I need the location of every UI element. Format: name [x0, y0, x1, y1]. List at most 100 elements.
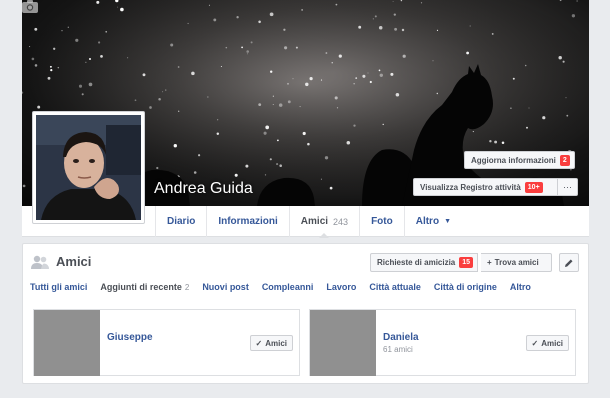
star — [302, 131, 306, 136]
subtab-all-friends[interactable]: Tutti gli amici — [30, 282, 87, 292]
star — [96, 0, 100, 4]
friends-title[interactable]: Amici — [56, 254, 91, 269]
star — [353, 83, 355, 85]
star — [528, 107, 530, 109]
avatar — [36, 115, 141, 220]
star — [264, 174, 267, 176]
star — [305, 82, 309, 87]
subtab-label: Aggiunti di recente — [100, 282, 182, 292]
star — [512, 77, 515, 80]
friends-status-button[interactable]: ✓ Amici — [249, 335, 293, 351]
star — [187, 22, 189, 25]
edit-friends-button[interactable] — [559, 253, 579, 272]
star — [142, 73, 146, 77]
subtab-current-city[interactable]: Città attuale — [369, 282, 421, 292]
star — [117, 6, 119, 8]
tab-foto[interactable]: Foto — [359, 206, 404, 237]
star — [279, 164, 282, 167]
tab-amici[interactable]: Amici 243 — [288, 206, 359, 238]
update-info-label: Aggiorna informazioni — [471, 155, 556, 165]
star — [301, 9, 303, 11]
subtab-birthdays[interactable]: Compleanni — [262, 282, 314, 292]
star — [85, 61, 87, 63]
star — [335, 3, 338, 6]
star — [149, 106, 152, 109]
star — [225, 46, 228, 49]
star — [49, 65, 52, 68]
find-friends-button[interactable]: + Trova amici — [481, 253, 552, 272]
friend-name[interactable]: Daniela — [383, 332, 419, 343]
activity-log-badge: 10+ — [524, 181, 543, 193]
star — [37, 105, 41, 109]
star — [374, 15, 377, 18]
star — [501, 141, 505, 144]
star — [276, 139, 279, 142]
camera-icon[interactable] — [22, 0, 38, 13]
friend-name[interactable]: Giuseppe — [107, 332, 153, 343]
star — [295, 46, 298, 49]
star — [272, 95, 274, 97]
tab-informazioni[interactable]: Informazioni — [206, 206, 288, 237]
star — [576, 0, 578, 2]
star — [353, 124, 356, 127]
star — [402, 54, 406, 58]
star — [489, 140, 492, 143]
friends-status-button[interactable]: ✓ Amici — [525, 335, 569, 351]
friend-requests-badge: 15 — [459, 257, 474, 268]
friends-subtabs: Tutti gli amici Aggiunti di recente 2 Nuo… — [30, 282, 531, 292]
tab-altro[interactable]: Altro ▼ — [403, 206, 462, 237]
subtab-recently-added[interactable]: Aggiunti di recente 2 — [100, 282, 189, 292]
star — [61, 30, 63, 32]
friend-requests-button[interactable]: Richieste di amicizia 15 — [370, 253, 479, 272]
star — [510, 107, 512, 110]
star — [390, 72, 394, 76]
star — [325, 52, 328, 54]
profile-tabs: Diario Informazioni Amici 243 Foto Altro… — [155, 206, 462, 238]
friend-mutual: 61 amici — [383, 345, 413, 354]
star — [193, 171, 197, 174]
check-icon: ✓ — [531, 338, 539, 348]
star — [120, 7, 124, 12]
activity-log-button[interactable]: Visualizza Registro attività 10+ — [413, 178, 558, 196]
subtab-work[interactable]: Lavoro — [326, 282, 356, 292]
star — [320, 79, 323, 81]
subtab-hometown[interactable]: Città di origine — [434, 282, 497, 292]
star — [158, 97, 161, 101]
star — [246, 50, 249, 53]
star — [250, 41, 253, 44]
friends-icon — [31, 255, 49, 269]
star — [571, 14, 576, 18]
star — [494, 140, 498, 144]
subtab-new-posts[interactable]: Nuovi post — [202, 282, 249, 292]
profile-name[interactable]: Andrea Guida — [154, 180, 253, 198]
more-options-button[interactable]: ··· — [558, 178, 578, 196]
star — [234, 173, 238, 177]
star — [265, 125, 270, 130]
star — [324, 156, 329, 160]
star — [269, 158, 272, 161]
plus-icon: + — [487, 258, 492, 267]
star — [178, 110, 180, 112]
star — [472, 131, 474, 133]
star — [22, 184, 26, 188]
star — [31, 57, 35, 61]
star — [524, 64, 527, 67]
tab-diario[interactable]: Diario — [155, 206, 206, 237]
star — [393, 13, 396, 16]
star — [346, 141, 351, 145]
star — [213, 18, 217, 22]
profile-picture[interactable] — [32, 111, 145, 224]
star — [241, 46, 243, 49]
star — [526, 126, 528, 129]
update-info-button[interactable]: Aggiorna informazioni 2 — [464, 151, 575, 169]
check-icon: ✓ — [255, 338, 263, 348]
subtab-more[interactable]: Altro — [510, 282, 531, 292]
star — [263, 131, 267, 135]
friend-photo[interactable] — [34, 310, 100, 376]
tab-label: Foto — [371, 216, 393, 227]
star — [278, 103, 283, 107]
star — [355, 77, 358, 79]
star — [338, 54, 342, 58]
star — [208, 4, 210, 6]
friend-photo[interactable] — [310, 310, 376, 376]
